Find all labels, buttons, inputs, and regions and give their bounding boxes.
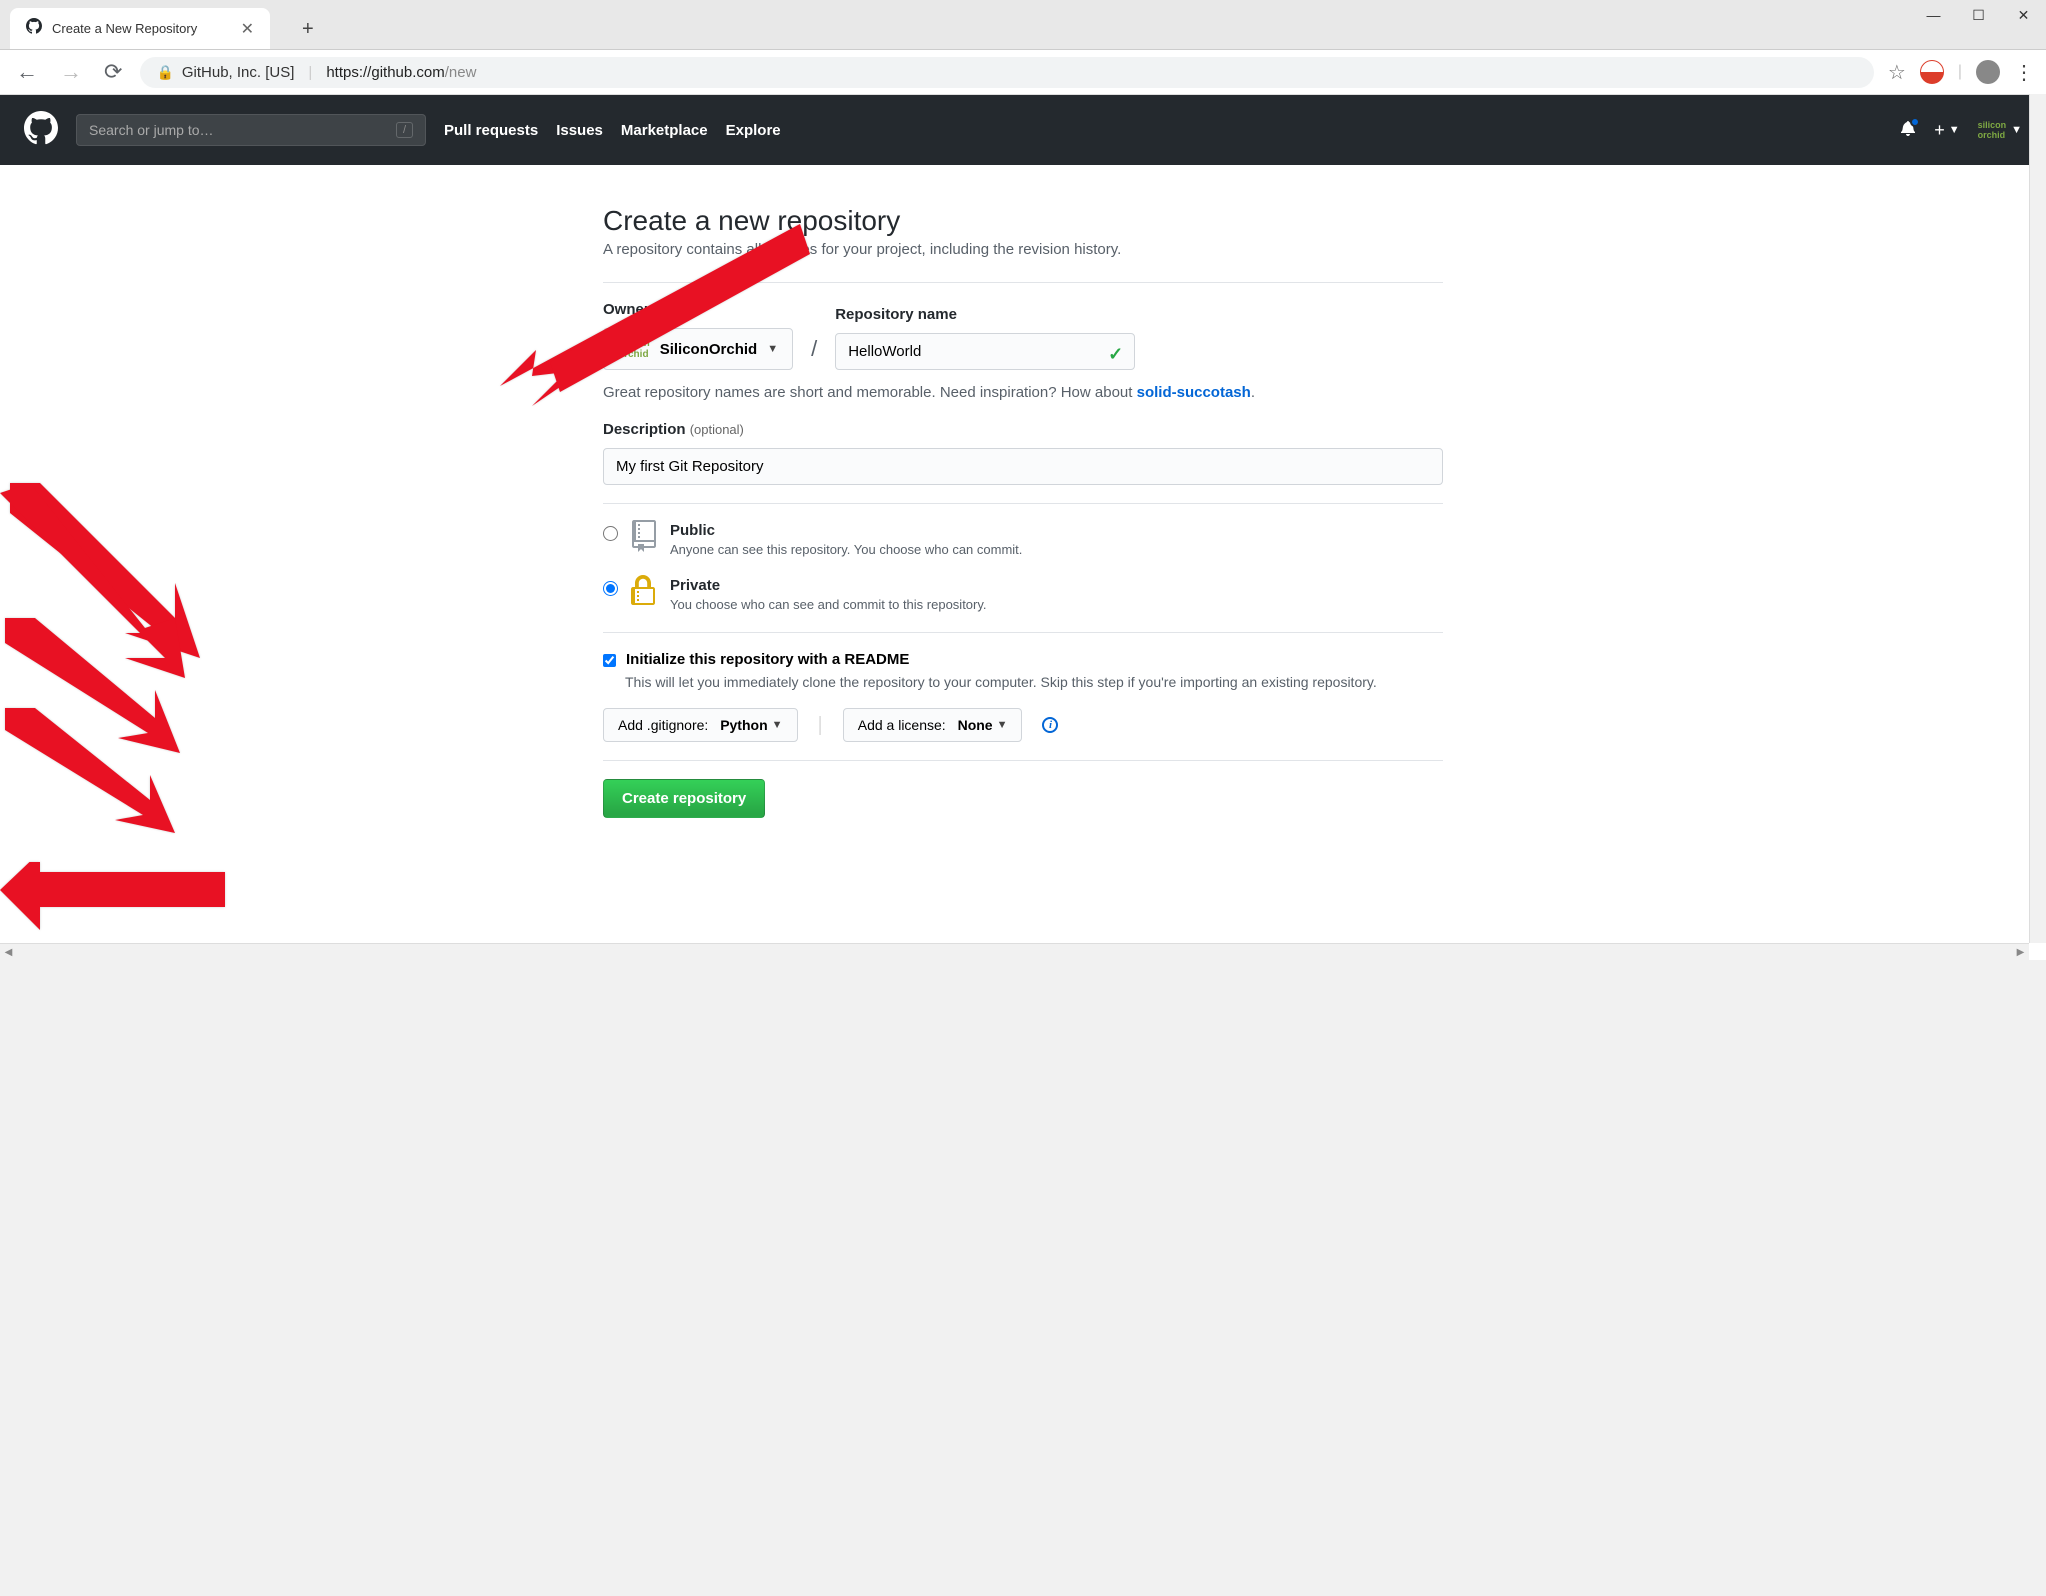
annotation-arrow-create-button <box>0 862 230 937</box>
ublock-extension-icon[interactable] <box>1920 60 1944 84</box>
nav-issues[interactable]: Issues <box>556 122 603 139</box>
readme-checkbox[interactable] <box>603 654 616 667</box>
scroll-left-icon[interactable]: ◀ <box>0 944 17 961</box>
repo-name-label: Repository name <box>835 306 1135 323</box>
create-new-dropdown[interactable]: +▼ <box>1934 120 1959 141</box>
tab-close-button[interactable]: ✕ <box>241 19 254 39</box>
window-minimize-button[interactable]: — <box>1911 0 1956 30</box>
description-label: Description (optional) <box>603 421 1443 438</box>
private-radio[interactable] <box>603 581 618 596</box>
license-dropdown[interactable]: Add a license: None ▼ <box>843 708 1023 742</box>
back-button[interactable]: ← <box>12 55 42 89</box>
notifications-bell-icon[interactable] <box>1900 120 1916 141</box>
user-menu-dropdown[interactable]: siliconorchid ▼ <box>1978 120 2022 140</box>
horizontal-scrollbar[interactable]: ◀ ▶ <box>0 943 2029 960</box>
github-search-box[interactable]: / <box>76 114 426 146</box>
browser-menu-button[interactable]: ⋮ <box>2014 60 2034 85</box>
window-maximize-button[interactable]: ☐ <box>1956 0 2001 30</box>
github-header: / Pull requests Issues Marketplace Explo… <box>0 95 2046 165</box>
checkmark-valid-icon: ✓ <box>1108 344 1123 365</box>
vertical-scrollbar[interactable] <box>2029 94 2046 943</box>
url-input[interactable]: 🔒 GitHub, Inc. [US] | https://github.com… <box>140 57 1873 88</box>
bookmark-star-icon[interactable]: ☆ <box>1888 60 1906 85</box>
repo-public-icon <box>630 520 658 557</box>
nav-explore[interactable]: Explore <box>726 122 781 139</box>
license-info-icon[interactable]: i <box>1042 717 1058 733</box>
window-close-button[interactable]: ✕ <box>2001 0 2046 30</box>
repo-name-input[interactable] <box>835 333 1135 370</box>
browser-tab[interactable]: Create a New Repository ✕ <box>10 8 270 49</box>
search-input[interactable] <box>89 122 396 138</box>
annotation-arrow-repo-name <box>500 224 820 419</box>
tab-title: Create a New Repository <box>52 21 231 36</box>
github-favicon-icon <box>26 18 42 39</box>
lock-icon: 🔒 <box>156 64 173 81</box>
profile-avatar-icon[interactable] <box>1976 60 2000 84</box>
repo-private-lock-icon <box>630 575 658 612</box>
public-help: Anyone can see this repository. You choo… <box>670 542 1022 557</box>
annotation-arrow-gitignore <box>0 708 180 853</box>
github-logo-icon[interactable] <box>24 111 58 150</box>
readme-help: This will let you immediately clone the … <box>625 674 1443 690</box>
description-input[interactable] <box>603 448 1443 485</box>
public-label: Public <box>670 522 1022 539</box>
private-label: Private <box>670 577 987 594</box>
browser-tab-bar: — ☐ ✕ Create a New Repository ✕ + <box>0 0 2046 50</box>
new-tab-button[interactable]: + <box>290 10 326 49</box>
public-radio[interactable] <box>603 526 618 541</box>
name-suggestion-link[interactable]: solid-succotash <box>1137 384 1251 401</box>
slash-key-hint: / <box>396 122 413 138</box>
nav-marketplace[interactable]: Marketplace <box>621 122 708 139</box>
scroll-right-icon[interactable]: ▶ <box>2012 944 2029 961</box>
address-bar: ← → ⟳ 🔒 GitHub, Inc. [US] | https://gith… <box>0 50 2046 95</box>
forward-button[interactable]: → <box>56 55 86 89</box>
url-org: GitHub, Inc. [US] <box>182 64 295 81</box>
nav-pull-requests[interactable]: Pull requests <box>444 122 538 139</box>
private-help: You choose who can see and commit to thi… <box>670 597 987 612</box>
readme-label: Initialize this repository with a README <box>626 651 909 668</box>
create-repository-button[interactable]: Create repository <box>603 779 765 818</box>
gitignore-dropdown[interactable]: Add .gitignore: Python ▼ <box>603 708 798 742</box>
reload-button[interactable]: ⟳ <box>100 55 126 89</box>
